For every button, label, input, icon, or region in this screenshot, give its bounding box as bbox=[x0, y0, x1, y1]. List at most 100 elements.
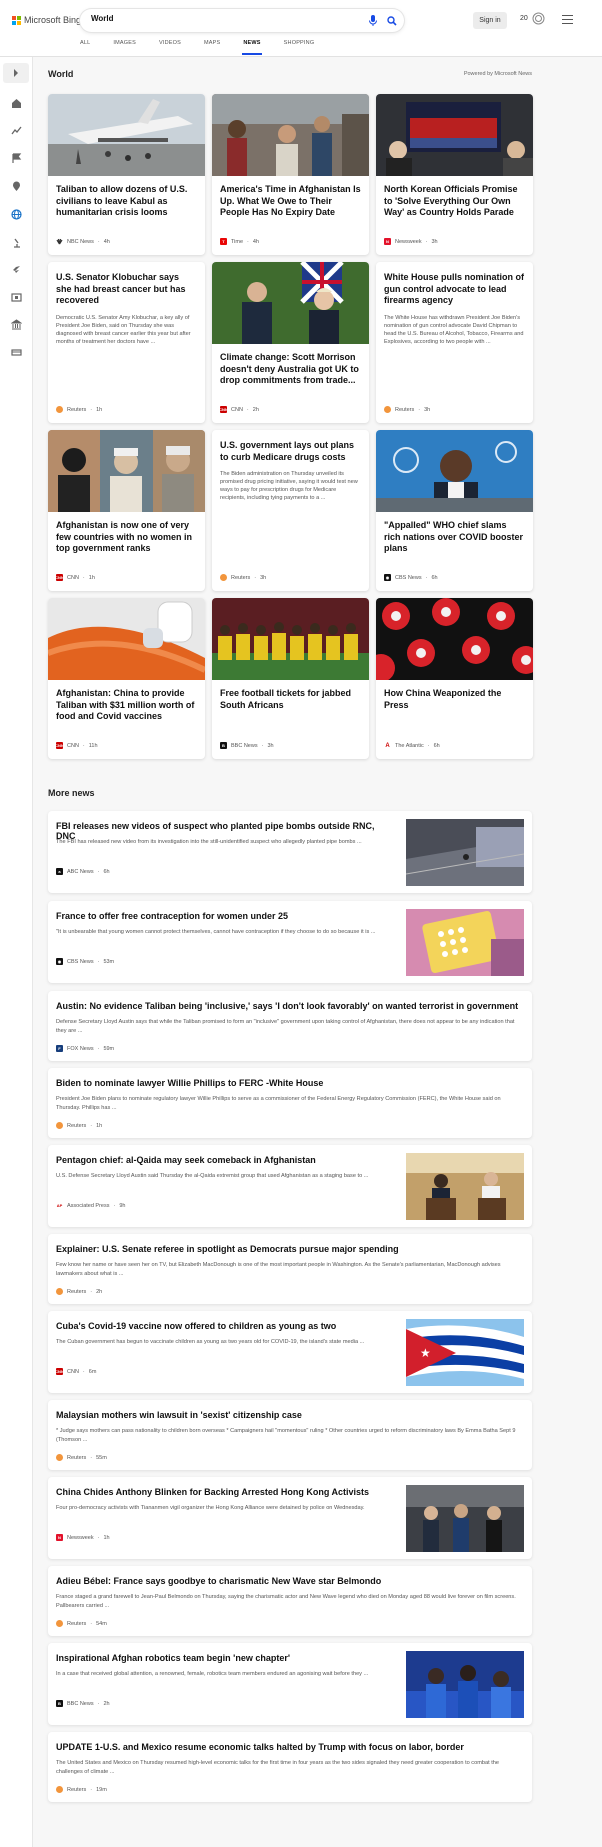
search-input[interactable] bbox=[91, 14, 351, 23]
card-title[interactable]: Climate change: Scott Morrison doesn't d… bbox=[220, 352, 361, 387]
flag-icon[interactable] bbox=[11, 153, 22, 164]
source-name: Reuters bbox=[395, 406, 415, 413]
rewards-button[interactable]: 20 bbox=[520, 12, 545, 25]
more-news-item[interactable]: Malaysian mothers win lawsuit in 'sexist… bbox=[48, 1400, 532, 1470]
search-button[interactable] bbox=[382, 11, 401, 30]
more-news-item[interactable]: Explainer: U.S. Senate referee in spotli… bbox=[48, 1234, 532, 1304]
microscope-icon[interactable] bbox=[11, 237, 22, 248]
dot-separator: · bbox=[261, 742, 264, 749]
tab-videos[interactable]: VIDEOS bbox=[159, 40, 181, 55]
item-snippet: President Joe Biden plans to nominate re… bbox=[56, 1096, 501, 1111]
card-source: B BBC News · 3h bbox=[220, 742, 274, 749]
news-card[interactable]: "Appalled" WHO chief slams rich nations … bbox=[376, 430, 533, 591]
more-news-item[interactable]: UPDATE 1-U.S. and Mexico resume economic… bbox=[48, 1732, 532, 1802]
thumbnail-contraceptive-pills bbox=[406, 909, 524, 976]
item-title[interactable]: Malaysian mothers win lawsuit in 'sexist… bbox=[56, 1410, 524, 1420]
news-image-who-chief bbox=[376, 430, 533, 512]
item-title[interactable]: France to offer free contraception for w… bbox=[56, 911, 396, 921]
card-title[interactable]: White House pulls nomination of gun cont… bbox=[384, 272, 525, 307]
news-card[interactable]: North Korean Officials Promise to 'Solve… bbox=[376, 94, 533, 255]
source-time: 59m bbox=[103, 1045, 115, 1052]
source-name: CBS News bbox=[395, 574, 422, 581]
item-title[interactable]: Inspirational Afghan robotics team begin… bbox=[56, 1653, 396, 1663]
news-card[interactable]: Afghanistan: China to provide Taliban wi… bbox=[48, 598, 205, 759]
source-name: Reuters bbox=[67, 1454, 87, 1461]
source-time: 53m bbox=[103, 958, 115, 965]
more-news-item[interactable]: France to offer free contraception for w… bbox=[48, 901, 532, 983]
more-news-item[interactable]: Austin: No evidence Taliban being 'inclu… bbox=[48, 991, 532, 1061]
dot-separator: · bbox=[97, 958, 100, 965]
item-title[interactable]: Pentagon chief: al-Qaida may seek comeba… bbox=[56, 1155, 396, 1165]
card-source: Reuters · 1h bbox=[56, 406, 102, 413]
more-news-item[interactable]: FBI releases new videos of suspect who p… bbox=[48, 811, 532, 893]
card-title[interactable]: America's Time in Afghanistan Is Up. Wha… bbox=[220, 184, 361, 219]
tab-maps[interactable]: MAPS bbox=[204, 40, 220, 55]
news-card[interactable]: U.S. government lays out plans to curb M… bbox=[212, 430, 369, 591]
more-news-item[interactable]: Biden to nominate lawyer Willie Phillips… bbox=[48, 1068, 532, 1138]
item-title[interactable]: Cuba's Covid-19 vaccine now offered to c… bbox=[56, 1321, 396, 1331]
more-news-item[interactable]: Inspirational Afghan robotics team begin… bbox=[48, 1643, 532, 1725]
item-snippet: Defense Secretary Lloyd Austin says that… bbox=[56, 1019, 515, 1034]
card-title[interactable]: How China Weaponized the Press bbox=[384, 688, 525, 711]
card-title[interactable]: North Korean Officials Promise to 'Solve… bbox=[384, 184, 525, 219]
source-time: 19m bbox=[96, 1786, 107, 1793]
film-icon[interactable] bbox=[11, 292, 22, 303]
item-title[interactable]: UPDATE 1-U.S. and Mexico resume economic… bbox=[56, 1742, 524, 1752]
source-time: 1h bbox=[88, 574, 95, 581]
item-title[interactable]: Explainer: U.S. Senate referee in spotli… bbox=[56, 1244, 524, 1254]
news-card[interactable]: How China Weaponized the Press A The Atl… bbox=[376, 598, 533, 759]
item-title[interactable]: China Chides Anthony Blinken for Backing… bbox=[56, 1487, 396, 1497]
card-title[interactable]: Afghanistan is now one of very few count… bbox=[56, 520, 197, 555]
more-news-item[interactable]: China Chides Anthony Blinken for Backing… bbox=[48, 1477, 532, 1559]
news-card[interactable]: U.S. Senator Klobuchar says she had brea… bbox=[48, 262, 205, 423]
more-news-item[interactable]: Pentagon chief: al-Qaida may seek comeba… bbox=[48, 1145, 532, 1227]
news-card[interactable]: Climate change: Scott Morrison doesn't d… bbox=[212, 262, 369, 423]
home-icon[interactable] bbox=[11, 98, 22, 109]
news-card[interactable]: Taliban to allow dozens of U.S. civilian… bbox=[48, 94, 205, 255]
source-name: Reuters bbox=[67, 1122, 87, 1129]
card-title[interactable]: "Appalled" WHO chief slams rich nations … bbox=[384, 520, 525, 555]
menu-hamburger-icon[interactable] bbox=[562, 15, 573, 27]
card-title[interactable]: Free football tickets for jabbed South A… bbox=[220, 688, 361, 711]
brand-label: Microsoft Bing bbox=[24, 15, 82, 25]
source-time: 6h bbox=[431, 574, 438, 581]
news-card[interactable]: White House pulls nomination of gun cont… bbox=[376, 262, 533, 423]
card-title[interactable]: Afghanistan: China to provide Taliban wi… bbox=[56, 688, 197, 723]
card-title[interactable]: U.S. Senator Klobuchar says she had brea… bbox=[56, 272, 197, 307]
money-icon[interactable] bbox=[11, 347, 22, 358]
rocket-icon[interactable] bbox=[11, 264, 22, 275]
item-title[interactable]: Austin: No evidence Taliban being 'inclu… bbox=[56, 1001, 524, 1011]
news-card[interactable]: America's Time in Afghanistan Is Up. Wha… bbox=[212, 94, 369, 255]
more-news-item[interactable]: Cuba's Covid-19 vaccine now offered to c… bbox=[48, 1311, 532, 1393]
location-pin-icon[interactable] bbox=[11, 181, 22, 192]
cbs-eye-icon: ◉ bbox=[56, 958, 63, 965]
source-time: 1h bbox=[96, 406, 103, 413]
more-news-item[interactable]: Adieu Bébel: France says goodbye to char… bbox=[48, 1566, 532, 1636]
trending-icon[interactable] bbox=[11, 125, 22, 136]
news-card[interactable]: Afghanistan is now one of very few count… bbox=[48, 430, 205, 591]
item-title[interactable]: Adieu Bébel: France says goodbye to char… bbox=[56, 1576, 524, 1586]
tab-all[interactable]: ALL bbox=[80, 40, 90, 55]
reuters-logo-icon bbox=[56, 1122, 63, 1129]
dot-separator: · bbox=[97, 238, 100, 245]
search-box[interactable] bbox=[80, 9, 404, 32]
item-title[interactable]: Biden to nominate lawyer Willie Phillips… bbox=[56, 1078, 524, 1088]
rail-expand-button[interactable] bbox=[3, 63, 29, 83]
tab-shopping[interactable]: SHOPPING bbox=[284, 40, 315, 55]
tab-images[interactable]: IMAGES bbox=[113, 40, 136, 55]
card-title[interactable]: U.S. government lays out plans to curb M… bbox=[220, 440, 361, 463]
microphone-icon[interactable] bbox=[367, 14, 379, 27]
dot-separator: · bbox=[97, 1700, 100, 1707]
item-source: CNN CNN · 6m bbox=[55, 1368, 96, 1375]
sign-in-button[interactable]: Sign in bbox=[473, 12, 507, 29]
bing-logo[interactable]: Microsoft Bing bbox=[12, 15, 81, 25]
item-source: AP Associated Press · 9h bbox=[56, 1202, 125, 1209]
tab-news[interactable]: NEWS bbox=[242, 40, 263, 55]
news-card[interactable]: Free football tickets for jabbed South A… bbox=[212, 598, 369, 759]
source-name: Reuters bbox=[67, 406, 87, 413]
bank-icon[interactable] bbox=[11, 319, 22, 330]
news-image-vaccine-vials bbox=[48, 598, 205, 680]
globe-icon[interactable] bbox=[11, 209, 22, 220]
source-time: 3h bbox=[260, 574, 267, 581]
card-title[interactable]: Taliban to allow dozens of U.S. civilian… bbox=[56, 184, 197, 219]
